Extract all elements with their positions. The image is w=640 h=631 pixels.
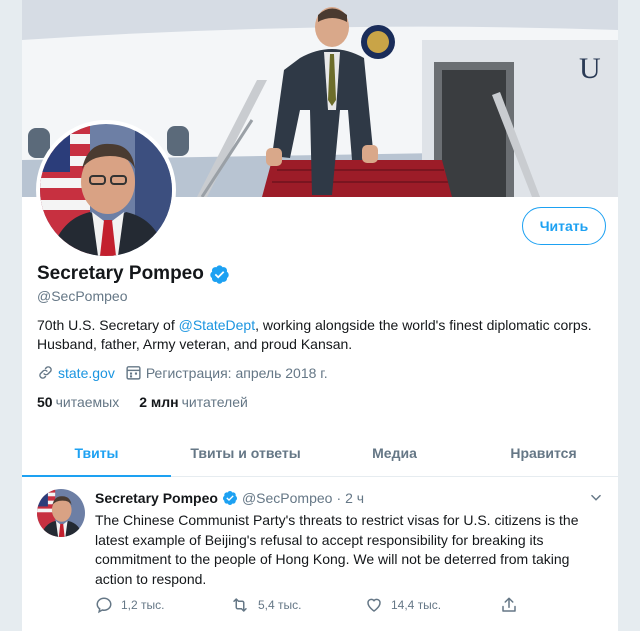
verified-badge-icon xyxy=(222,491,237,505)
svg-text:U: U xyxy=(579,52,601,85)
profile-bio: 70th U.S. Secretary of @StateDept, worki… xyxy=(37,316,607,354)
website-item[interactable]: state.gov xyxy=(37,364,115,381)
profile-stats: 50 читаемых 2 млн читателей xyxy=(37,394,268,410)
retweet-icon xyxy=(233,598,247,612)
follow-button[interactable]: Читать xyxy=(522,207,606,245)
followers-count: 2 млн xyxy=(139,394,179,410)
followers-stat[interactable]: 2 млн читателей xyxy=(139,394,248,410)
bio-text-prefix: 70th U.S. Secretary of xyxy=(37,317,179,333)
bio-mention-link[interactable]: @StateDept xyxy=(179,317,255,333)
profile-avatar[interactable] xyxy=(36,120,176,260)
reply-icon xyxy=(96,597,112,614)
tweet-actions: 1,2 тыс. 5,4 тыс. 14,4 тыс. xyxy=(95,596,535,614)
like-count: 14,4 тыс. xyxy=(391,598,442,612)
profile-column: U Читать Secretary Pompeo @SecPompeo 70t… xyxy=(22,0,618,631)
followers-label: читателей xyxy=(181,394,248,410)
share-icon xyxy=(502,597,516,612)
following-count: 50 xyxy=(37,394,53,410)
calendar-icon xyxy=(126,366,141,380)
link-icon xyxy=(39,366,52,379)
profile-handle: @SecPompeo xyxy=(37,288,128,304)
share-button[interactable] xyxy=(500,596,530,614)
tab-tweets-and-replies[interactable]: Твиты и ответы xyxy=(171,430,320,476)
avatar-photo xyxy=(37,489,85,537)
profile-meta: state.gov Регистрация: апрель 2018 г. xyxy=(37,364,338,381)
tweet-header: Secretary Pompeo @SecPompeo · 2 ч xyxy=(95,490,364,506)
joined-date: Регистрация: апрель 2018 г. xyxy=(145,364,328,381)
tweet-avatar[interactable] xyxy=(37,489,85,537)
tweet[interactable]: Secretary Pompeo @SecPompeo · 2 ч The Ch… xyxy=(22,477,618,631)
retweet-button[interactable]: 5,4 тыс. xyxy=(230,596,365,614)
profile-name: Secretary Pompeo xyxy=(37,263,204,284)
tweet-text: The Chinese Communist Party's threats to… xyxy=(95,512,579,587)
avatar-photo xyxy=(40,124,172,256)
tab-likes[interactable]: Нравится xyxy=(469,430,618,476)
tweet-timestamp[interactable]: 2 ч xyxy=(345,490,364,506)
verified-badge-icon xyxy=(210,264,229,284)
like-button[interactable]: 14,4 тыс. xyxy=(365,596,500,614)
following-stat[interactable]: 50 читаемых xyxy=(37,394,119,410)
tweet-separator-dot: · xyxy=(336,490,342,506)
tweet-author-name[interactable]: Secretary Pompeo xyxy=(95,490,218,506)
tab-media[interactable]: Медиа xyxy=(320,430,469,476)
like-icon xyxy=(367,598,381,612)
profile-tabs: Твиты Твиты и ответы Медиа Нравится xyxy=(22,430,618,477)
following-label: читаемых xyxy=(55,394,120,410)
reply-count: 1,2 тыс. xyxy=(121,598,165,612)
tab-tweets[interactable]: Твиты xyxy=(22,430,171,477)
retweet-count: 5,4 тыс. xyxy=(258,598,302,612)
chevron-down-icon[interactable] xyxy=(589,491,603,505)
website-link[interactable]: state.gov xyxy=(58,365,115,381)
joined-item: Регистрация: апрель 2018 г. xyxy=(125,364,328,381)
tweet-author-handle[interactable]: @SecPompeo xyxy=(242,490,332,506)
reply-button[interactable]: 1,2 тыс. xyxy=(95,596,230,614)
profile-name-row: Secretary Pompeo xyxy=(37,263,230,285)
